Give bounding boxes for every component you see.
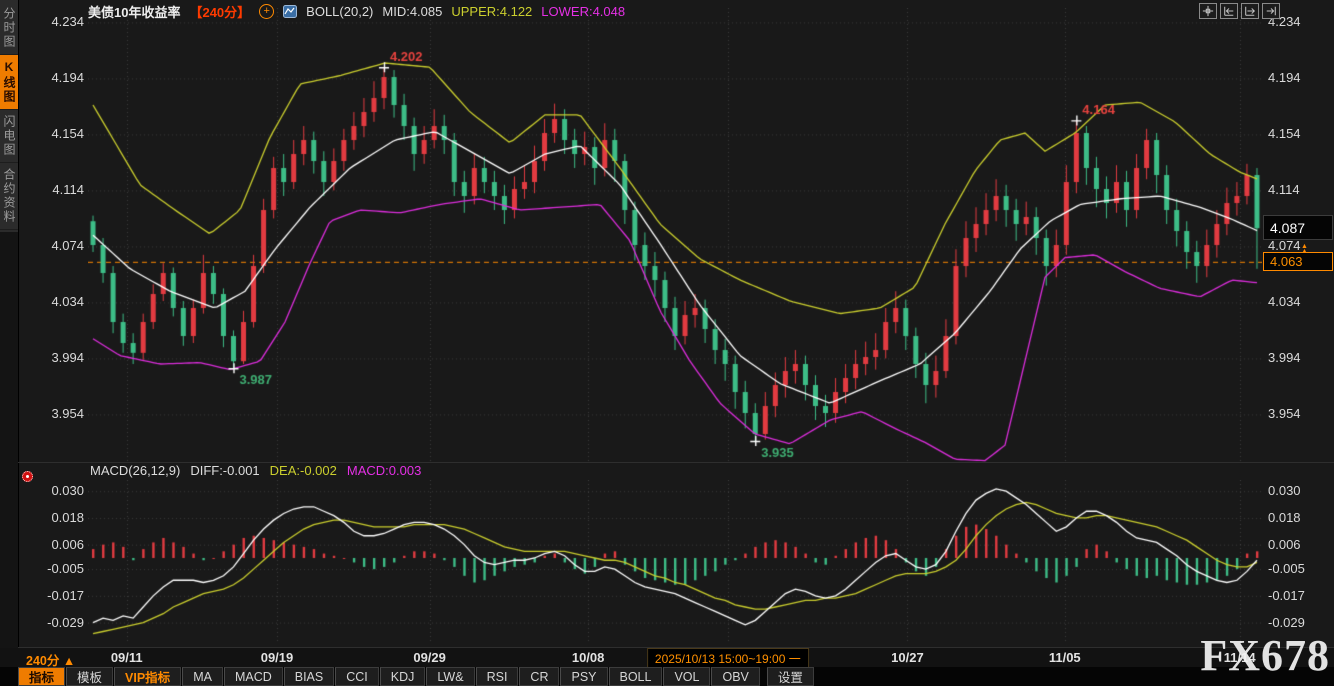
- toolbar-button-13[interactable]: BOLL: [609, 667, 663, 686]
- y-axis-tick: 0.006: [1268, 537, 1330, 553]
- indicator-toolbar: 指标模板VIP指标MAMACDBIASCCIKDJLW&RSICRPSYBOLL…: [0, 667, 1334, 686]
- boll-upper-label: UPPER:4.122: [451, 4, 532, 19]
- y-axis-tick: -0.029: [1268, 615, 1330, 631]
- y-axis-tick: 3.954: [1268, 406, 1330, 422]
- x-axis-date: 10/27: [891, 650, 924, 665]
- y-axis-tick: 0.018: [1268, 510, 1330, 526]
- y-axis-tick: -0.017: [1268, 588, 1330, 604]
- y-axis-tick: 4.074: [20, 238, 84, 254]
- y-axis-tick: -0.029: [20, 615, 84, 631]
- y-axis-tick: 4.234: [20, 14, 84, 30]
- macd-header: MACD(26,12,9) DIFF:-0.001 DEA:-0.002 MAC…: [90, 463, 421, 478]
- boll-label: BOLL(20,2): [306, 4, 373, 19]
- sidebar-tab-1[interactable]: 分时图: [0, 2, 18, 55]
- toolbar-button-4[interactable]: MA: [182, 667, 223, 686]
- boll-lower-label: LOWER:4.048: [541, 4, 625, 19]
- chart-app: 分时图K线图闪电图合约资料 美债10年收益率 【240分】 + BOLL(20,…: [0, 0, 1334, 686]
- sidebar-tabs: 分时图K线图闪电图合约资料: [0, 0, 18, 232]
- macd-panel-settings-icon[interactable]: [22, 471, 33, 482]
- y-axis-tick: 4.114: [20, 182, 84, 198]
- up-arrow-icon: ▲: [63, 654, 75, 668]
- x-axis-date: 09/29: [413, 650, 446, 665]
- y-axis-tick: -0.005: [20, 561, 84, 577]
- y-axis-tick: 0.030: [20, 483, 84, 499]
- y-axis-tick: 4.154: [20, 126, 84, 142]
- y-axis-tick: -0.017: [20, 588, 84, 604]
- macd-params-label: MACD(26,12,9): [90, 463, 180, 478]
- x-axis-date: 09/19: [261, 650, 294, 665]
- period-tag: 【240分】: [189, 2, 250, 21]
- brand-watermark: FX678: [1200, 634, 1330, 678]
- x-axis-row: 240分 ▲ 2025/10/13 15:00~19:00 一 09/1109/…: [0, 648, 1334, 667]
- toolbar-button-2[interactable]: 模板: [66, 667, 113, 686]
- toolbar-button-8[interactable]: KDJ: [380, 667, 426, 686]
- selected-candle-time-label: 2025/10/13 15:00~19:00 一: [647, 648, 809, 669]
- y-axis-tick: 4.034: [1268, 294, 1330, 310]
- toolbar-button-11[interactable]: CR: [519, 667, 559, 686]
- y-axis-tick: 0.006: [20, 537, 84, 553]
- y-axis-tick: 4.154: [1268, 126, 1330, 142]
- toolbar-button-15[interactable]: OBV: [711, 667, 759, 686]
- toolbar-button-1[interactable]: 指标: [18, 667, 65, 686]
- instrument-title: 美债10年收益率: [88, 2, 180, 21]
- toolbar-button-14[interactable]: VOL: [663, 667, 710, 686]
- main-price-chart-canvas[interactable]: [88, 8, 1262, 462]
- y-axis-tick: 4.034: [20, 294, 84, 310]
- macd-diff-label: DIFF:-0.001: [190, 463, 259, 478]
- boll-mid-label: MID:4.085: [382, 4, 442, 19]
- y-axis-tick: 0.018: [20, 510, 84, 526]
- sidebar-tab-3[interactable]: 闪电图: [0, 110, 18, 163]
- chart-header: 美债10年收益率 【240分】 + BOLL(20,2) MID:4.085 U…: [88, 2, 625, 20]
- x-axis-date: 11/05: [1049, 650, 1081, 665]
- y-axis-tick: 3.994: [20, 350, 84, 366]
- toolbar-button-7[interactable]: CCI: [335, 667, 379, 686]
- toolbar-button-3[interactable]: VIP指标: [114, 667, 181, 686]
- y-axis-tick: 4.114: [1268, 182, 1330, 198]
- ref-price-badge: 4.063: [1263, 252, 1333, 271]
- y-axis-tick: 4.194: [20, 70, 84, 86]
- macd-dea-label: DEA:-0.002: [270, 463, 337, 478]
- x-axis-date: 10/08: [572, 650, 605, 665]
- pan-right-icon[interactable]: [1241, 3, 1259, 19]
- toolbar-button-5[interactable]: MACD: [224, 667, 283, 686]
- sidebar-tab-4[interactable]: 合约资料: [0, 163, 18, 230]
- last-price-badge: 4.087: [1263, 215, 1333, 240]
- y-axis-tick: 4.194: [1268, 70, 1330, 86]
- chart-control-icons: [1199, 3, 1280, 19]
- jump-latest-icon[interactable]: [1262, 3, 1280, 19]
- toolbar-button-6[interactable]: BIAS: [284, 667, 335, 686]
- toolbar-button-16[interactable]: 设置: [767, 667, 814, 686]
- toolbar-button-9[interactable]: LW&: [426, 667, 474, 686]
- y-axis-tick: 0.030: [1268, 483, 1330, 499]
- pan-left-icon[interactable]: [1220, 3, 1238, 19]
- y-axis-tick: 3.954: [20, 406, 84, 422]
- y-axis-tick: 3.994: [1268, 350, 1330, 366]
- crosshair-icon[interactable]: [1199, 3, 1217, 19]
- x-axis-date: 09/11: [111, 650, 143, 665]
- sidebar: 分时图K线图闪电图合约资料: [0, 0, 19, 648]
- y-axis-tick: -0.005: [1268, 561, 1330, 577]
- toolbar-button-12[interactable]: PSY: [560, 667, 607, 686]
- macd-macd-label: MACD:0.003: [347, 463, 421, 478]
- add-indicator-icon[interactable]: +: [259, 4, 274, 19]
- sidebar-tab-2[interactable]: K线图: [0, 55, 18, 110]
- line-chart-icon[interactable]: [283, 5, 297, 18]
- macd-chart-canvas[interactable]: [88, 480, 1262, 642]
- toolbar-button-10[interactable]: RSI: [476, 667, 519, 686]
